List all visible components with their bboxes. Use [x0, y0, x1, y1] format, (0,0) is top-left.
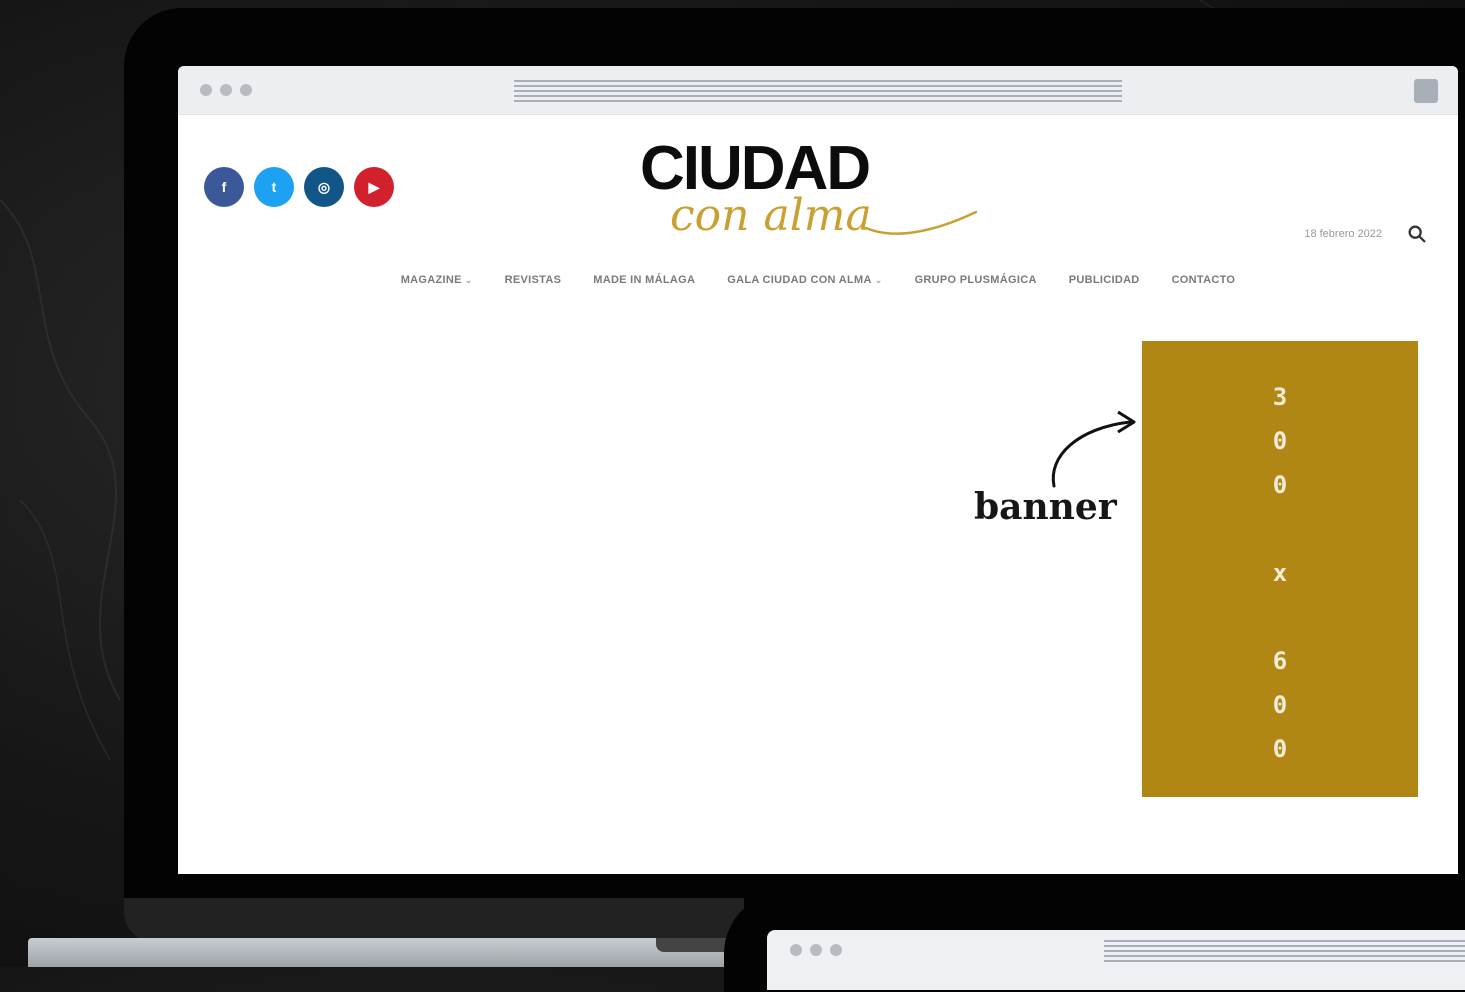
site-logo[interactable]: CIUDAD con alma	[634, 136, 994, 256]
nav-item-publicidad[interactable]: PUBLICIDAD	[1069, 274, 1140, 286]
header-right: 18 febrero 2022	[1304, 223, 1428, 245]
window-dot[interactable]	[810, 944, 822, 956]
search-icon[interactable]	[1406, 223, 1428, 245]
nav-item-magazine[interactable]: MAGAZINE ⌄	[401, 274, 473, 286]
nav-item-made-in-málaga[interactable]: MADE IN MÁLAGA	[593, 274, 695, 286]
nav-item-revistas[interactable]: REVISTAS	[505, 274, 562, 286]
chevron-down-icon: ⌄	[464, 275, 473, 285]
browser-menu-button[interactable]	[1414, 79, 1438, 103]
window-dot[interactable]	[830, 944, 842, 956]
banner-size-chars: 3 0 0 x 6 0 0	[1273, 375, 1287, 771]
tablet-window-controls	[790, 944, 842, 956]
window-dot[interactable]	[200, 84, 212, 96]
nav-item-gala-ciudad-con-alma[interactable]: GALA CIUDAD CON ALMA ⌄	[727, 274, 882, 286]
banner-placeholder[interactable]: 3 0 0 x 6 0 0 3 0 0 x 6 0 0	[1142, 341, 1418, 797]
nav-item-contacto[interactable]: CONTACTO	[1172, 274, 1236, 286]
tablet-address-bar[interactable]	[1104, 940, 1465, 964]
banner-size-char: 0	[1272, 735, 1288, 763]
twitter-icon[interactable]: t	[254, 167, 294, 207]
nav-item-grupo-plusmágica[interactable]: GRUPO PLUSMÁGICA	[915, 274, 1037, 286]
window-dot[interactable]	[220, 84, 232, 96]
banner-size-char: 0	[1272, 471, 1288, 499]
banner-size-char: 0	[1272, 691, 1288, 719]
banner-size-char: x	[1272, 559, 1288, 587]
browser-chrome	[178, 66, 1458, 115]
facebook-icon[interactable]: f	[204, 167, 244, 207]
address-bar[interactable]	[514, 80, 1122, 102]
youtube-icon[interactable]: ▶	[354, 167, 394, 207]
social-links: f t ◎ ▶	[204, 167, 394, 207]
logo-swash	[864, 210, 978, 235]
laptop-hinge	[124, 898, 744, 942]
window-dot[interactable]	[240, 84, 252, 96]
window-dot[interactable]	[790, 944, 802, 956]
main-nav: MAGAZINE ⌄ REVISTAS MADE IN MÁLAGA GALA CIUD…	[178, 274, 1458, 286]
instagram-icon[interactable]: ◎	[304, 167, 344, 207]
chevron-down-icon: ⌄	[874, 275, 883, 285]
banner-label: banner	[974, 486, 1117, 528]
header-date: 18 febrero 2022	[1304, 228, 1382, 240]
window-controls	[200, 84, 252, 96]
banner-size-char: 6	[1272, 647, 1288, 675]
arrow-icon	[1051, 410, 1136, 488]
laptop-base	[28, 938, 728, 967]
banner-size-char: 0	[1272, 427, 1288, 455]
banner-size-char: 3	[1272, 383, 1288, 411]
browser-window: f t ◎ ▶ 18 febrero 2022 CIUDAD con alma …	[178, 66, 1458, 874]
